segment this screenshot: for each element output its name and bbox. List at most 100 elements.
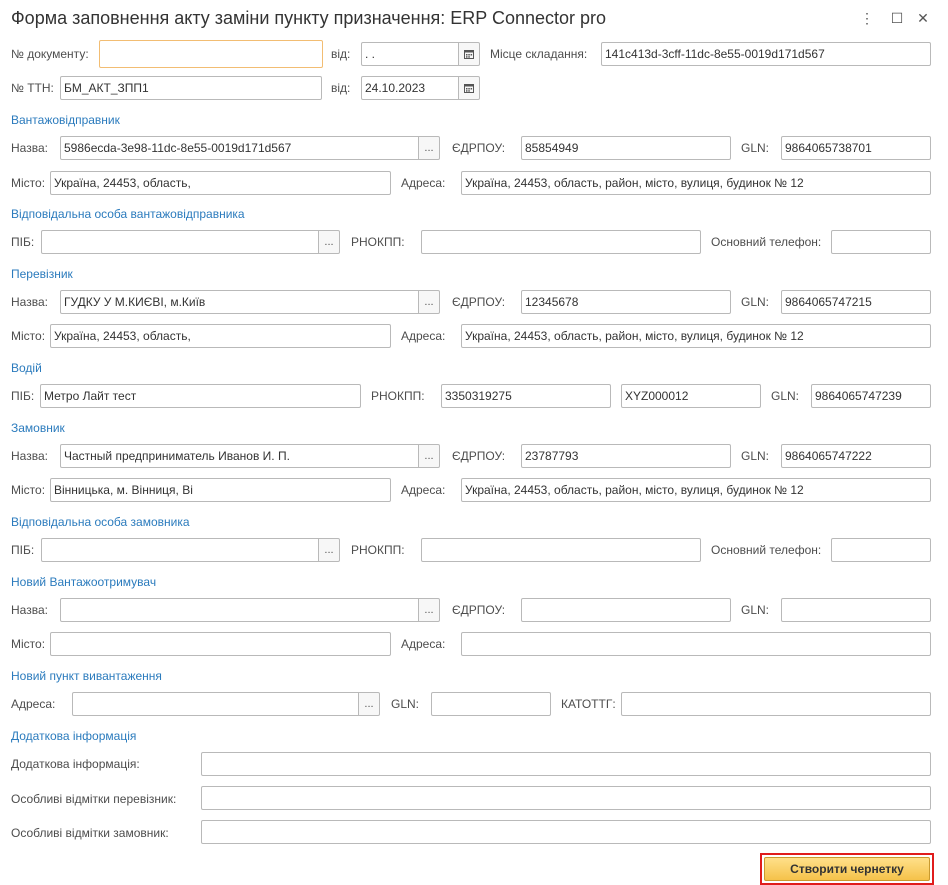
- new-consignee-section-title: Новий Вантажоотримувач: [11, 575, 157, 589]
- carrier-marks-input[interactable]: [201, 786, 931, 810]
- shipper-person-pib-label: ПІБ:: [11, 235, 35, 249]
- new-unload-section-title: Новий пункт вивантаження: [11, 669, 162, 683]
- shipper-address-input[interactable]: Україна, 24453, область, район, місто, в…: [461, 171, 931, 195]
- new-consignee-gln-input[interactable]: [781, 598, 931, 622]
- window-title: Форма заповнення акту заміни пункту приз…: [11, 8, 607, 28]
- doc-number-input[interactable]: [99, 40, 323, 68]
- customer-edrpou-input[interactable]: 23787793: [521, 444, 731, 468]
- carrier-address-label: Адреса:: [401, 329, 446, 343]
- maximize-icon[interactable]: ☐: [888, 8, 906, 28]
- customer-marks-label: Особливі відмітки замовник:: [11, 826, 169, 840]
- carrier-gln-input[interactable]: 9864065747215: [781, 290, 931, 314]
- new-consignee-gln-label: GLN:: [741, 603, 770, 617]
- shipper-person-rnokpp-input[interactable]: [421, 230, 701, 254]
- driver-pib-input[interactable]: Метро Лайт тест: [40, 384, 361, 408]
- carrier-edrpou-label: ЄДРПОУ:: [452, 295, 506, 309]
- shipper-city-input[interactable]: Україна, 24453, область,: [50, 171, 391, 195]
- shipper-city-label: Місто:: [11, 176, 46, 190]
- new-consignee-name-label: Назва:: [11, 603, 48, 617]
- driver-gln-input[interactable]: 9864065747239: [811, 384, 931, 408]
- new-consignee-city-label: Місто:: [11, 637, 46, 651]
- new-unload-gln-label: GLN:: [391, 697, 420, 711]
- new-consignee-address-label: Адреса:: [401, 637, 446, 651]
- customer-person-select-button[interactable]: ...: [319, 538, 340, 562]
- customer-person-section-title: Відповідальна особа замовника: [11, 515, 190, 529]
- more-menu-icon[interactable]: ⋮: [858, 8, 876, 28]
- new-unload-katottg-label: КАТОТТГ:: [561, 697, 616, 711]
- customer-person-rnokpp-label: РНОКПП:: [351, 543, 405, 557]
- customer-name-label: Назва:: [11, 449, 48, 463]
- customer-edrpou-label: ЄДРПОУ:: [452, 449, 506, 463]
- new-consignee-name-input[interactable]: [60, 598, 419, 622]
- customer-address-label: Адреса:: [401, 483, 446, 497]
- customer-city-label: Місто:: [11, 483, 46, 497]
- doc-date-label: від:: [331, 47, 351, 61]
- new-consignee-edrpou-input[interactable]: [521, 598, 731, 622]
- carrier-city-input[interactable]: Україна, 24453, область,: [50, 324, 391, 348]
- place-input[interactable]: 141c413d-3cff-11dc-8e55-0019d171d567: [601, 42, 931, 66]
- new-unload-katottg-input[interactable]: [621, 692, 931, 716]
- shipper-name-label: Назва:: [11, 141, 48, 155]
- carrier-select-button[interactable]: ...: [419, 290, 440, 314]
- shipper-name-input[interactable]: 5986ecda-3e98-11dc-8e55-0019d171d567: [60, 136, 419, 160]
- shipper-person-phone-input[interactable]: [831, 230, 931, 254]
- close-icon[interactable]: ✕: [914, 8, 932, 28]
- shipper-select-button[interactable]: ...: [419, 136, 440, 160]
- customer-gln-input[interactable]: 9864065747222: [781, 444, 931, 468]
- customer-person-phone-input[interactable]: [831, 538, 931, 562]
- doc-date-input[interactable]: . .: [361, 42, 459, 66]
- shipper-section-title: Вантажовідправник: [11, 113, 120, 127]
- shipper-person-select-button[interactable]: ...: [319, 230, 340, 254]
- new-unload-address-input[interactable]: [72, 692, 359, 716]
- carrier-section-title: Перевізник: [11, 267, 73, 281]
- customer-gln-label: GLN:: [741, 449, 770, 463]
- shipper-gln-input[interactable]: 9864065738701: [781, 136, 931, 160]
- ttn-date-calendar-button[interactable]: [459, 76, 480, 100]
- carrier-edrpou-input[interactable]: 12345678: [521, 290, 731, 314]
- customer-address-input[interactable]: Україна, 24453, область, район, місто, в…: [461, 478, 931, 502]
- shipper-person-pib-input[interactable]: [41, 230, 319, 254]
- driver-extra-input[interactable]: XYZ000012: [621, 384, 761, 408]
- driver-pib-label: ПІБ:: [11, 389, 35, 403]
- driver-rnokpp-input[interactable]: 3350319275: [441, 384, 611, 408]
- shipper-person-rnokpp-label: РНОКПП:: [351, 235, 405, 249]
- customer-marks-input[interactable]: [201, 820, 931, 844]
- carrier-name-label: Назва:: [11, 295, 48, 309]
- shipper-person-phone-label: Основний телефон:: [711, 235, 822, 249]
- extra-info-input[interactable]: [201, 752, 931, 776]
- new-consignee-city-input[interactable]: [50, 632, 391, 656]
- new-consignee-select-button[interactable]: ...: [419, 598, 440, 622]
- driver-section-title: Водій: [11, 361, 42, 375]
- shipper-person-section-title: Відповідальна особа вантажовідправника: [11, 207, 245, 221]
- carrier-address-input[interactable]: Україна, 24453, область, район, місто, в…: [461, 324, 931, 348]
- carrier-city-label: Місто:: [11, 329, 46, 343]
- carrier-gln-label: GLN:: [741, 295, 770, 309]
- new-unload-gln-input[interactable]: [431, 692, 551, 716]
- new-unload-select-button[interactable]: ...: [359, 692, 380, 716]
- create-draft-button[interactable]: Створити чернетку: [760, 853, 934, 885]
- extra-section-title: Додаткова інформація: [11, 729, 137, 743]
- ttn-input[interactable]: БМ_АКТ_ЗПП1: [60, 76, 322, 100]
- ttn-date-label: від:: [331, 81, 351, 95]
- customer-city-input[interactable]: Вінницька, м. Вінниця, Ві: [50, 478, 391, 502]
- shipper-edrpou-label: ЄДРПОУ:: [452, 141, 506, 155]
- place-label: Місце складання:: [490, 47, 588, 61]
- customer-section-title: Замовник: [11, 421, 65, 435]
- shipper-edrpou-input[interactable]: 85854949: [521, 136, 731, 160]
- new-consignee-edrpou-label: ЄДРПОУ:: [452, 603, 506, 617]
- customer-name-input[interactable]: Частный предприниматель Иванов И. П.: [60, 444, 419, 468]
- extra-info-label: Додаткова інформація:: [11, 757, 140, 771]
- carrier-name-input[interactable]: ГУДКУ У М.КИЄВІ, м.Київ: [60, 290, 419, 314]
- driver-rnokpp-label: РНОКПП:: [371, 389, 425, 403]
- ttn-date-input[interactable]: 24.10.2023: [361, 76, 459, 100]
- shipper-address-label: Адреса:: [401, 176, 446, 190]
- create-draft-label: Створити чернетку: [764, 857, 930, 881]
- doc-date-calendar-button[interactable]: [459, 42, 480, 66]
- calendar-icon: [464, 84, 474, 93]
- customer-select-button[interactable]: ...: [419, 444, 440, 468]
- customer-person-phone-label: Основний телефон:: [711, 543, 822, 557]
- new-unload-address-label: Адреса:: [11, 697, 56, 711]
- customer-person-pib-input[interactable]: [41, 538, 319, 562]
- new-consignee-address-input[interactable]: [461, 632, 931, 656]
- customer-person-rnokpp-input[interactable]: [421, 538, 701, 562]
